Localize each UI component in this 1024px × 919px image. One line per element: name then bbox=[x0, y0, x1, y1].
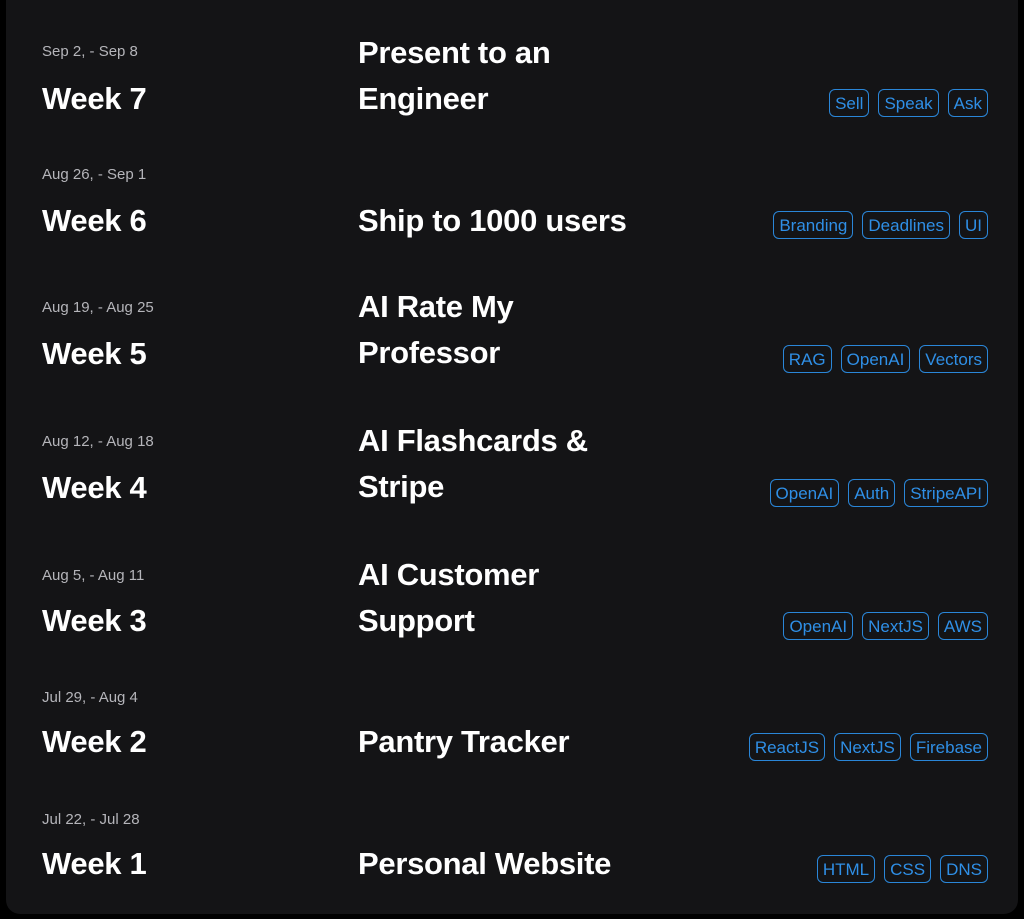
date-range: Aug 26, - Sep 1 bbox=[42, 166, 147, 183]
tag[interactable]: OpenAI bbox=[783, 612, 854, 640]
week-label: Week 6 bbox=[42, 203, 147, 238]
tag-list: OpenAI Auth StripeAPI bbox=[769, 479, 988, 507]
project-title: Personal Website bbox=[358, 846, 612, 881]
date-range: Sep 2, - Sep 8 bbox=[42, 43, 138, 60]
tag[interactable]: AWS bbox=[937, 612, 988, 640]
tag[interactable]: OpenAI bbox=[769, 479, 840, 507]
tag[interactable]: Auth bbox=[848, 479, 896, 507]
week-label: Week 5 bbox=[42, 336, 147, 371]
tag-list: Branding Deadlines UI bbox=[773, 211, 988, 239]
tag[interactable]: Sell bbox=[829, 89, 870, 117]
tag[interactable]: Branding bbox=[773, 211, 854, 239]
project-title: AI Flashcards & Stripe bbox=[358, 423, 588, 504]
tag[interactable]: Vectors bbox=[919, 345, 988, 373]
project-title: Ship to 1000 users bbox=[358, 203, 627, 238]
tag-list: RAG OpenAI Vectors bbox=[782, 345, 988, 373]
date-range: Aug 12, - Aug 18 bbox=[42, 433, 154, 450]
tag-list: HTML CSS DNS bbox=[816, 855, 988, 883]
tag[interactable]: CSS bbox=[884, 855, 932, 883]
project-title: Present to an Engineer bbox=[358, 35, 551, 116]
project-title: AI Customer Support bbox=[358, 557, 540, 638]
tag-list: OpenAI NextJS AWS bbox=[783, 612, 988, 640]
date-range: Jul 22, - Jul 28 bbox=[42, 811, 140, 828]
tag-list: Sell Speak Ask bbox=[829, 89, 988, 117]
project-title: Pantry Tracker bbox=[358, 724, 570, 759]
tag[interactable]: OpenAI bbox=[840, 345, 911, 373]
tag[interactable]: UI bbox=[959, 211, 988, 239]
tag[interactable]: NextJS bbox=[862, 612, 929, 640]
tag[interactable]: HTML bbox=[816, 855, 876, 883]
date-range: Jul 29, - Aug 4 bbox=[42, 689, 138, 706]
tag[interactable]: Ask bbox=[947, 89, 988, 117]
date-range: Aug 19, - Aug 25 bbox=[42, 299, 154, 316]
tag-list: ReactJS NextJS Firebase bbox=[748, 733, 988, 761]
week-label: Week 2 bbox=[42, 724, 147, 759]
tag[interactable]: Speak bbox=[878, 89, 939, 117]
week-label: Week 3 bbox=[42, 603, 147, 638]
tag[interactable]: Deadlines bbox=[862, 211, 950, 239]
schedule-panel: Sep 2, - Sep 8 Week 7 Present to an Engi… bbox=[6, 0, 1018, 914]
week-label: Week 1 bbox=[42, 846, 147, 881]
date-range: Aug 5, - Aug 11 bbox=[42, 567, 145, 584]
week-label: Week 4 bbox=[42, 470, 147, 505]
tag[interactable]: ReactJS bbox=[748, 733, 826, 761]
tag[interactable]: DNS bbox=[940, 855, 988, 883]
tag[interactable]: StripeAPI bbox=[904, 479, 988, 507]
week-label: Week 7 bbox=[42, 81, 147, 116]
tag[interactable]: RAG bbox=[782, 345, 832, 373]
project-title: AI Rate My Professor bbox=[358, 289, 514, 370]
tag[interactable]: NextJS bbox=[834, 733, 901, 761]
tag[interactable]: Firebase bbox=[909, 733, 988, 761]
